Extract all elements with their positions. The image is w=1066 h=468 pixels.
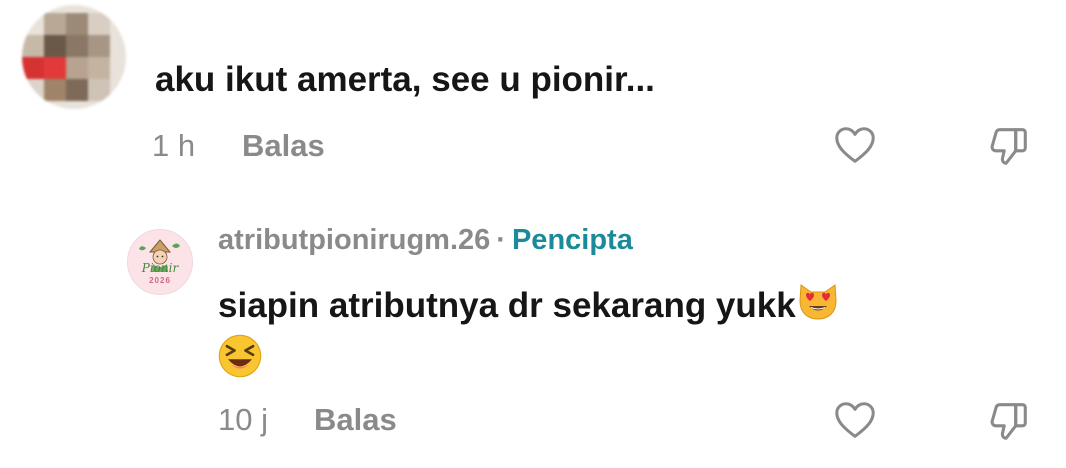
reply-text-emoji-line: [216, 332, 264, 383]
reply-text: siapin atributnya dr sekarang yukk: [218, 279, 840, 326]
separator-dot: ·: [496, 224, 506, 256]
heart-outline-icon: [835, 402, 875, 438]
squinting-laugh-emoji: [216, 332, 264, 380]
avatar-year-text: 2026: [149, 276, 171, 285]
reply-header: atributpionirugm.26 · Pencipta: [218, 224, 633, 257]
creator-badge: Pencipta: [511, 224, 633, 256]
reply-text-line: siapin atributnya dr sekarang yukk: [218, 286, 796, 325]
heart-eyes-cat-emoji: [796, 279, 840, 323]
like-button[interactable]: [832, 398, 878, 444]
dislike-button[interactable]: [986, 398, 1032, 444]
reply-time: 10 j: [218, 402, 268, 437]
reply-username[interactable]: atributpionirugm.26: [218, 224, 490, 256]
reply-item: Pionir 2026 atributpionirugm.26 · Pencipta…: [0, 0, 1066, 468]
thumbs-down-outline-icon: [990, 403, 1027, 440]
avatar-script-text: Pionir: [141, 261, 179, 275]
creator-avatar[interactable]: Pionir 2026: [127, 229, 193, 295]
reply-button[interactable]: Balas: [314, 402, 397, 438]
